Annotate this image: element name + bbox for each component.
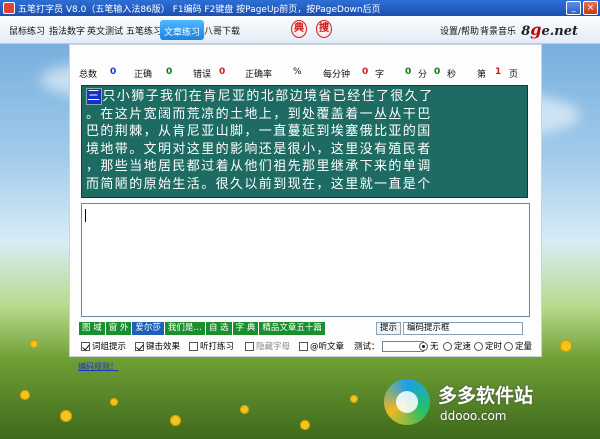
radio-icon [443,341,452,351]
article-line: 巴的荆棘，从肯尼亚山脚，一直蔓延到埃塞俄比亚的国 [86,124,432,139]
page-suffix: 页 [509,70,519,80]
correct-label: 正确 [134,70,153,80]
watermark-cn: 多多软件站 [438,385,534,407]
search-badge[interactable]: 搜 [316,20,332,38]
test-value-field[interactable] [381,340,424,352]
current-char: 三 [86,88,103,105]
dictionary-badge[interactable]: 典 [291,20,307,38]
app-icon [3,2,15,14]
radio-icon [504,341,513,351]
menu-english-test[interactable]: 英文测试 [87,24,123,37]
error-value: 0 [219,67,226,77]
correct-value: 0 [166,67,173,77]
hint-field: 编码提示框 [403,322,524,335]
tab-dictionary[interactable]: 字 典 [232,322,260,335]
radio-fixed-speed[interactable]: 定速 [443,340,471,352]
hint-label: 提示 [376,322,402,335]
coding-rules-link[interactable]: 编码规则！ [78,361,118,372]
option-keystroke-effect[interactable]: 键击效果 [135,340,180,352]
article-line: 而简陋的原始生活。很久以前到现在，这里就一直是个 [86,176,432,192]
total-label: 总数 [79,70,98,80]
text-caret [85,209,86,222]
article-tabs: 图 域 窗 外 爱尔莎 我们是… 自 选 字 典 精品文章五十篇 [79,322,326,335]
typing-input[interactable] [81,203,530,317]
article-text: 三只小狮子我们在肯尼亚的北部边境省已经住了很久了 。在这片宽阔而荒凉的土地上，到… [81,85,528,198]
page-prefix: 第 [477,70,487,80]
tab-women-shi[interactable]: 我们是… [164,322,206,335]
article-line: 境地带。文明对这里的影响还是很小，这里没有殖民者 [86,141,432,157]
article-line: 。在这片宽阔而荒凉的土地上，到处覆盖着一丛丛干巴 [86,106,432,122]
radio-icon [474,341,483,351]
hint-area: 提示 编码提示框 [376,322,524,335]
site-watermark: 多多软件站 ddooo.com [384,373,594,435]
tab-tuyu[interactable]: 图 域 [79,322,106,335]
radio-none[interactable]: 无 [419,340,439,352]
menu-article-practice[interactable]: 文章练习 [160,20,205,40]
option-listen-article[interactable]: @听文章 [299,340,344,352]
error-label: 错误 [193,70,212,80]
checkbox-icon [299,341,308,351]
stats-bar: 总数 0 正确 0 错误 0 正确率 % 每分钟 0 字 0 分 0 秒 第 1… [79,67,529,80]
menu-bar: 鼠标练习 指法数字 英文测试 五笔练习 文章练习 八哥下载 典 搜 设置/帮助 … [0,16,600,44]
menu-wubi-practice[interactable]: 五笔练习 [126,24,162,37]
option-hide-letters[interactable]: 隐藏字母 [245,340,290,352]
options-row: 词组提示 键击效果 听打练习 隐藏字母 @听文章 测试： 无 定速 定时 定量 [81,340,532,353]
checkbox-icon [245,341,254,351]
title-bar: 五笔打字员 V8.0（五笔输入法86版） F1编码 F2键盘 按PageUp前页… [0,0,600,16]
article-line: ，那些当地居民都过着从他们祖先那里继承下来的单调 [86,159,432,174]
checkbox-icon [189,341,198,351]
option-listen-typing[interactable]: 听打练习 [189,340,234,352]
page-value: 1 [495,67,502,77]
option-word-hint[interactable]: 词组提示 [81,340,126,352]
brand-logo: 8ge.net [521,20,578,39]
menu-mouse-practice[interactable]: 鼠标练习 [9,24,45,37]
menu-fingering-digits[interactable]: 指法数字 [49,24,85,37]
close-button[interactable]: × [583,1,598,15]
radio-quantity[interactable]: 定量 [504,340,532,352]
tab-aierisha[interactable]: 爱尔莎 [132,322,165,335]
article-line: 三只小狮子我们在肯尼亚的北部边境省已经住了很久了 [86,88,434,105]
speed-value: 0 [362,67,369,77]
speed-label: 每分钟 [323,70,351,80]
checkbox-icon [81,341,90,351]
minutes-value: 0 [405,67,412,77]
total-value: 0 [110,67,117,77]
tab-featured-articles[interactable]: 精品文章五十篇 [259,322,326,335]
radio-timed[interactable]: 定时 [474,340,502,352]
radio-icon [419,341,428,351]
test-mode: 测试： [354,340,424,352]
minutes-label: 分 [418,70,428,80]
speed-unit: 字 [375,70,385,80]
tab-chuangwai[interactable]: 窗 外 [105,322,133,335]
checkbox-icon [135,341,144,351]
seconds-value: 0 [434,67,441,77]
seconds-label: 秒 [447,70,457,80]
tab-custom[interactable]: 自 选 [205,322,233,335]
practice-panel: 总数 0 正确 0 错误 0 正确率 % 每分钟 0 字 0 分 0 秒 第 1… [69,44,542,357]
minimize-button[interactable]: _ [566,1,581,15]
ddooo-logo-icon [384,379,430,425]
rate-unit: % [293,67,302,77]
menu-bage-download[interactable]: 八哥下载 [204,24,240,37]
menu-background-music[interactable]: 背景音乐 [480,24,516,37]
rate-label: 正确率 [245,70,273,80]
menu-settings-help[interactable]: 设置/帮助 [440,24,479,37]
watermark-en: ddooo.com [440,409,507,423]
window-title: 五笔打字员 V8.0（五笔输入法86版） F1编码 F2键盘 按PageUp前页… [18,4,381,15]
